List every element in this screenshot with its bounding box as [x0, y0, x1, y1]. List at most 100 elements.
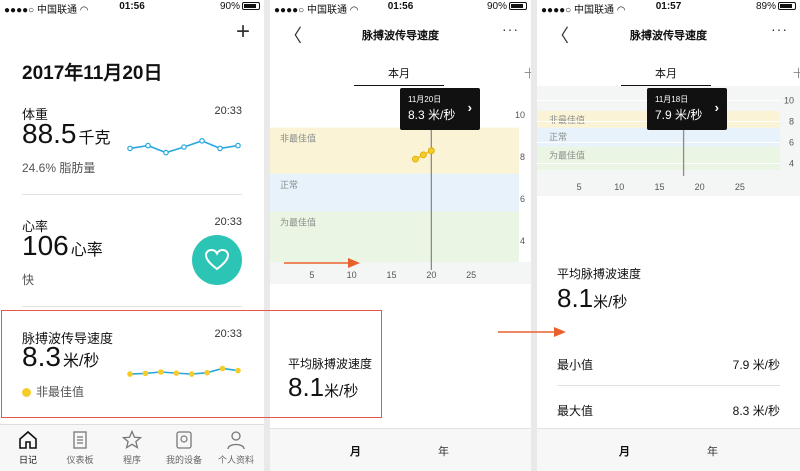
zone-label: 正常: [280, 179, 298, 190]
heart-button[interactable]: [192, 235, 242, 285]
x-tick-label: 20: [695, 182, 705, 192]
carrier: 中国联通: [573, 5, 614, 16]
average-unit: 米/秒: [593, 294, 628, 311]
y-tick-label: 6: [789, 138, 794, 148]
battery-icon: [242, 2, 260, 11]
divider: [22, 194, 242, 195]
zone-label: 为最佳值: [280, 217, 316, 228]
heart-number: 106: [22, 230, 69, 261]
tab-year[interactable]: 年: [707, 443, 718, 459]
add-button[interactable]: +: [236, 20, 250, 44]
tab-devices[interactable]: 我的设备: [158, 429, 210, 466]
divider: [22, 306, 242, 307]
heart-time: 20:33: [214, 216, 242, 228]
more-button[interactable]: ···: [502, 21, 519, 37]
tab-month[interactable]: 月: [619, 443, 630, 459]
battery-icon: [778, 2, 796, 11]
x-tick-label: 15: [654, 182, 664, 192]
weight-value: 88.5 千克: [22, 118, 111, 150]
dashboard-icon: [73, 431, 87, 449]
weight-card[interactable]: 体重 20:33 88.5 千克 24.6% 脂肪量: [22, 104, 242, 184]
page-title: 脉搏波传导速度: [362, 30, 439, 42]
carrier: 中国联通: [36, 5, 77, 16]
y-tick-label: 4: [789, 159, 794, 169]
chevron-right-icon: ›: [714, 100, 719, 115]
sparkline-point: [145, 142, 151, 149]
more-icon: ···: [771, 21, 788, 37]
sparkline-point: [199, 138, 205, 144]
max-label: 最大值: [557, 404, 594, 418]
max-value: 8.3 米/秒: [732, 404, 780, 418]
zone-label: 正常: [549, 131, 567, 142]
range-tabs: 月 年: [270, 428, 531, 471]
sparkline-point: [217, 145, 223, 152]
battery-percent: 90%: [219, 1, 240, 12]
page-title: 2017年11月20日: [22, 63, 163, 84]
tab-next-period[interactable]: 十: [793, 65, 800, 81]
data-point: [419, 151, 427, 159]
y-tick-label: 10: [784, 96, 794, 106]
tab-month[interactable]: 月: [350, 443, 361, 459]
tab-label: 个人资料: [217, 455, 254, 465]
signal-icon: ●●●●○: [541, 5, 572, 16]
battery-percent: 89%: [755, 1, 776, 12]
zone-label: 为最佳值: [549, 150, 585, 161]
y-tick-label: 4: [520, 236, 525, 246]
x-tick-label: 25: [735, 182, 745, 192]
heart-value: 106 心率: [22, 230, 103, 262]
y-tick-label: 8: [520, 152, 525, 162]
sparkline-point: [163, 149, 169, 156]
device-icon: [176, 431, 192, 449]
x-tick-label: 5: [309, 270, 314, 280]
tab-this-month[interactable]: 本月: [354, 65, 444, 81]
tab-bar: 日记 仪表板 程序 我的设备 个人资料: [0, 424, 264, 471]
star-icon: [121, 429, 143, 449]
signal-icon: ●●●●○: [274, 5, 305, 16]
range-tabs: 月 年: [537, 428, 800, 471]
clock: 01:57: [655, 1, 682, 12]
heart-status: 快: [22, 273, 35, 287]
status-bar: ●●●●○ 中国联通 ◠ 01:57 89%: [537, 0, 800, 16]
tab-profile[interactable]: 个人资料: [210, 429, 262, 466]
signal-icon: ●●●●○: [4, 5, 35, 16]
more-button[interactable]: ···: [771, 21, 788, 37]
zone-label: 非最佳值: [549, 114, 585, 125]
status-bar: ●●●●○ 中国联通 ◠ 01:56 90%: [0, 0, 264, 16]
user-icon: [227, 431, 245, 450]
tooltip-value: 8.3 米/秒: [408, 108, 456, 122]
carrier: 中国联通: [306, 5, 347, 16]
heart-icon: [204, 248, 230, 271]
arrow-right-icon: [284, 258, 360, 268]
tab-label: 我的设备: [165, 455, 202, 465]
chart-tooltip[interactable]: 11月18日 7.9 米/秒 ›: [647, 88, 727, 130]
battery-percent: 90%: [486, 1, 507, 12]
x-tick-label: 25: [466, 270, 476, 280]
tooltip-date: 11月18日: [655, 95, 689, 104]
y-tick-label: 6: [520, 194, 525, 204]
zone-label: 非最佳值: [280, 133, 316, 144]
x-tick-label: 10: [347, 270, 357, 280]
tab-diary[interactable]: 日记: [2, 429, 54, 466]
tab-next-period[interactable]: 十: [524, 65, 531, 81]
tab-dashboard[interactable]: 仪表板: [54, 429, 106, 466]
tooltip-value: 7.9 米/秒: [655, 108, 703, 122]
wifi-icon: ◠: [79, 5, 89, 16]
period-selector: 本月 十: [270, 60, 531, 88]
more-icon: ···: [502, 21, 519, 37]
x-tick-label: 20: [426, 270, 436, 280]
weight-sparkline: [127, 138, 241, 156]
sparkline-point: [127, 145, 133, 152]
tab-label: 日记: [18, 455, 37, 465]
status-bar: ●●●●○ 中国联通 ◠ 01:56 90%: [270, 0, 531, 16]
chart-tooltip[interactable]: 11月20日 8.3 米/秒 ›: [400, 88, 480, 130]
page-title: 脉搏波传导速度: [630, 30, 707, 42]
tab-year[interactable]: 年: [438, 443, 449, 459]
tab-this-month[interactable]: 本月: [621, 65, 711, 81]
home-icon: [19, 430, 37, 449]
period-selector: 本月 十: [537, 60, 800, 88]
x-tick-label: 10: [614, 182, 624, 192]
highlight-box: [1, 310, 382, 418]
tab-label: 程序: [122, 455, 141, 465]
sparkline-point: [235, 142, 241, 149]
tab-programs[interactable]: 程序: [106, 429, 158, 466]
